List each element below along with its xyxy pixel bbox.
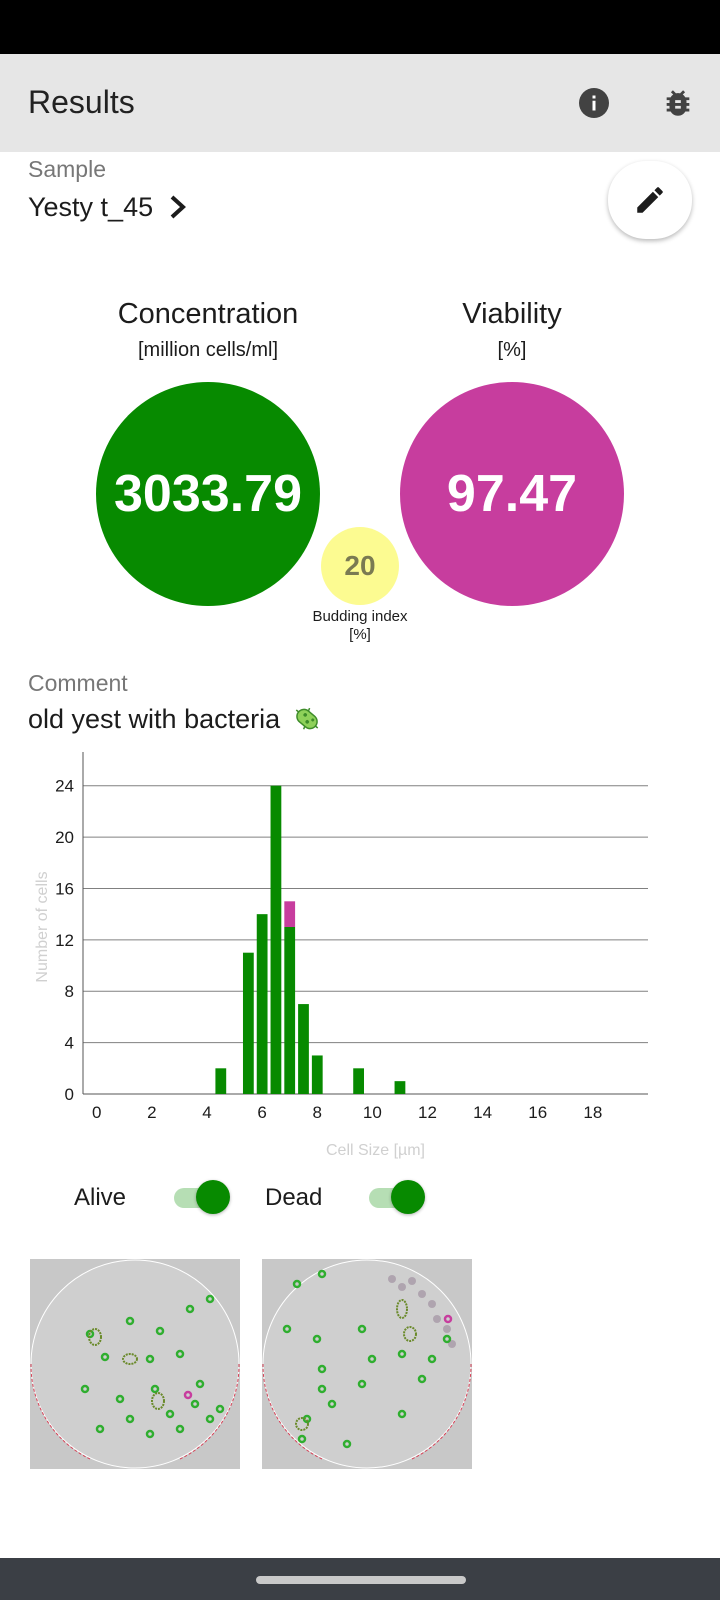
histogram-svg: 048121620240 2 4 6 8 10 12 14 16 18Cell Size [µm]…	[34, 752, 648, 1159]
x-tick-label: 6	[257, 1103, 266, 1122]
bar-alive	[242, 952, 254, 1094]
chevron-right-icon	[170, 195, 187, 219]
bar-alive	[353, 1068, 364, 1094]
page-title: Results	[28, 84, 135, 120]
comment-label: Comment	[28, 670, 128, 696]
status-bar	[0, 0, 720, 54]
y-tick-label: 12	[55, 931, 74, 950]
dead-toggle-thumb	[391, 1180, 425, 1214]
sample-name: Yesty t_45	[28, 191, 154, 222]
cell-size-histogram: 0 4 8 12 16 20 24 0 2 4 6 8 10 12 14 16 18 Cell Size [µm]…	[0, 750, 720, 1170]
dead-label: Dead	[265, 1184, 323, 1211]
concentration-title: Concentration	[117, 298, 299, 330]
x-tick-label: 10	[363, 1103, 382, 1122]
bar-alive	[298, 1004, 309, 1094]
y-tick-label: 24	[55, 777, 74, 796]
alive-label: Alive	[74, 1184, 127, 1211]
y-tick-label: 16	[55, 879, 74, 898]
x-tick-label: 4	[202, 1103, 211, 1122]
sample-selector[interactable]: Yesty t_45	[28, 190, 189, 224]
app-bar: Results	[0, 54, 720, 152]
budding-index-label: Budding index [%]	[290, 608, 430, 644]
info-button[interactable]	[572, 81, 616, 125]
bar-alive	[215, 1068, 227, 1094]
edit-button[interactable]	[608, 161, 692, 239]
pencil-icon	[637, 187, 663, 213]
viability-unit: [%]	[497, 339, 527, 361]
bar-alive	[284, 927, 296, 1094]
x-axis-label: Cell Size [µm]	[326, 1142, 425, 1159]
x-tick-label: 2	[147, 1103, 156, 1122]
sample-image-1[interactable]	[30, 1259, 240, 1469]
x-tick-label: 8	[313, 1103, 322, 1122]
y-tick-label: 0	[65, 1085, 74, 1104]
bug-icon	[666, 90, 690, 116]
viability-value: 97.47	[400, 382, 624, 606]
viability-title: Viability	[462, 298, 562, 330]
bar-alive	[311, 1055, 323, 1094]
sample-image-2[interactable]	[262, 1259, 472, 1469]
concentration-value: 3033.79	[96, 382, 320, 606]
navigation-bar	[0, 1558, 720, 1600]
bar-alive	[256, 914, 268, 1094]
y-tick-label: 20	[55, 828, 74, 847]
alive-toggle-thumb	[196, 1180, 230, 1214]
y-tick-label: 8	[65, 982, 74, 1001]
bar-alive	[394, 1081, 406, 1094]
x-tick-label: 14	[473, 1103, 492, 1122]
x-tick-label: 0	[92, 1103, 101, 1122]
comment[interactable]: old yest with bacteria	[28, 702, 324, 736]
y-tick-label: 4	[65, 1034, 74, 1053]
x-tick-label: 16	[528, 1103, 547, 1122]
budding-index-value: 20	[321, 527, 399, 605]
concentration-unit: [million cells/ml]	[137, 339, 279, 361]
comment-text: old yest with bacteria	[28, 703, 281, 734]
dead-toggle[interactable]	[367, 1180, 427, 1216]
budding-index-label-unit: [%]	[349, 626, 371, 643]
bar-alive	[270, 785, 282, 1094]
info-icon	[579, 88, 609, 118]
home-gesture-handle[interactable]	[256, 1576, 466, 1584]
x-tick-label: 12	[418, 1103, 437, 1122]
budding-index-label-title: Budding index	[312, 608, 408, 625]
microbe-icon	[295, 707, 319, 730]
alive-toggle[interactable]	[172, 1180, 232, 1216]
y-axis-label: Number of cells	[34, 871, 51, 982]
x-tick-label: 18	[583, 1103, 602, 1122]
sample-label: Sample	[28, 156, 106, 182]
debug-button[interactable]	[656, 81, 700, 125]
bar-dead	[284, 901, 296, 927]
